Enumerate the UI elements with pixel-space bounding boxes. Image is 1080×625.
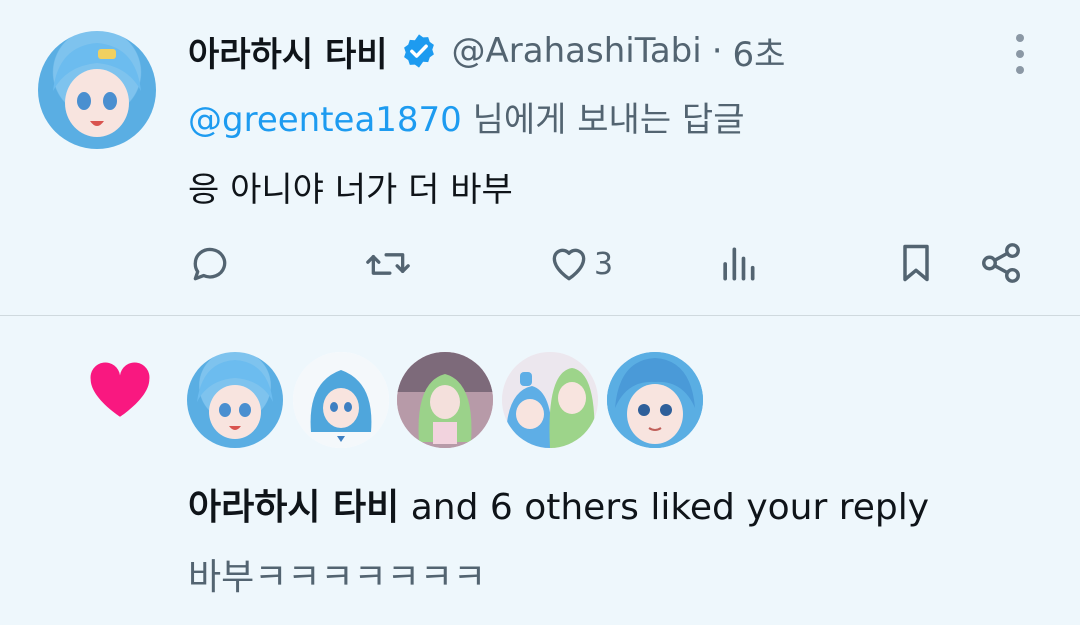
views-icon: [716, 242, 760, 286]
tweet-header: 아라하시 타비 @ArahashiTabi · 6초: [188, 27, 786, 76]
liker-avatar[interactable]: [607, 352, 703, 448]
share-button[interactable]: [978, 240, 1024, 286]
like-button[interactable]: 3: [546, 242, 613, 286]
liker-avatar[interactable]: [187, 352, 283, 448]
share-icon: [978, 240, 1024, 286]
bookmark-icon: [894, 240, 938, 286]
replying-to-suffix: 님에게 보내는 답글: [461, 100, 745, 140]
replying-to-line: @greentea1870 님에게 보내는 답글: [188, 92, 744, 141]
liker-avatar[interactable]: [397, 352, 493, 448]
reply-button[interactable]: [188, 242, 232, 286]
bookmark-button[interactable]: [894, 240, 938, 286]
like-count: 3: [594, 246, 614, 282]
heart-filled-icon: [88, 360, 152, 420]
retweet-icon: [364, 242, 412, 286]
like-summary-suffix: and 6 others liked your reply: [399, 487, 930, 528]
reply-mention-link[interactable]: @greentea1870: [188, 100, 462, 140]
like-icon: [546, 242, 592, 286]
views-button[interactable]: [716, 242, 760, 286]
liked-reply-preview[interactable]: 바부ㅋㅋㅋㅋㅋㅋㅋ: [188, 548, 486, 600]
tweet-text: 응 아니야 너가 더 바부: [188, 170, 513, 210]
verified-badge-icon: [400, 32, 438, 70]
author-handle[interactable]: @ArahashiTabi: [452, 31, 702, 71]
author-display-name[interactable]: 아라하시 타비: [188, 27, 388, 76]
liker-avatar[interactable]: [293, 352, 389, 448]
tweet-timestamp[interactable]: 6초: [733, 27, 786, 76]
reply-icon: [188, 242, 232, 286]
liker-name-link[interactable]: 아라하시 타비: [188, 487, 399, 528]
retweet-button[interactable]: [364, 242, 412, 286]
divider: [0, 315, 1080, 316]
author-avatar[interactable]: [38, 31, 156, 149]
more-icon[interactable]: [1008, 32, 1032, 76]
liker-avatar[interactable]: [502, 352, 598, 448]
separator: ·: [711, 31, 723, 71]
like-summary: 아라하시 타비 and 6 others liked your reply: [188, 478, 929, 530]
